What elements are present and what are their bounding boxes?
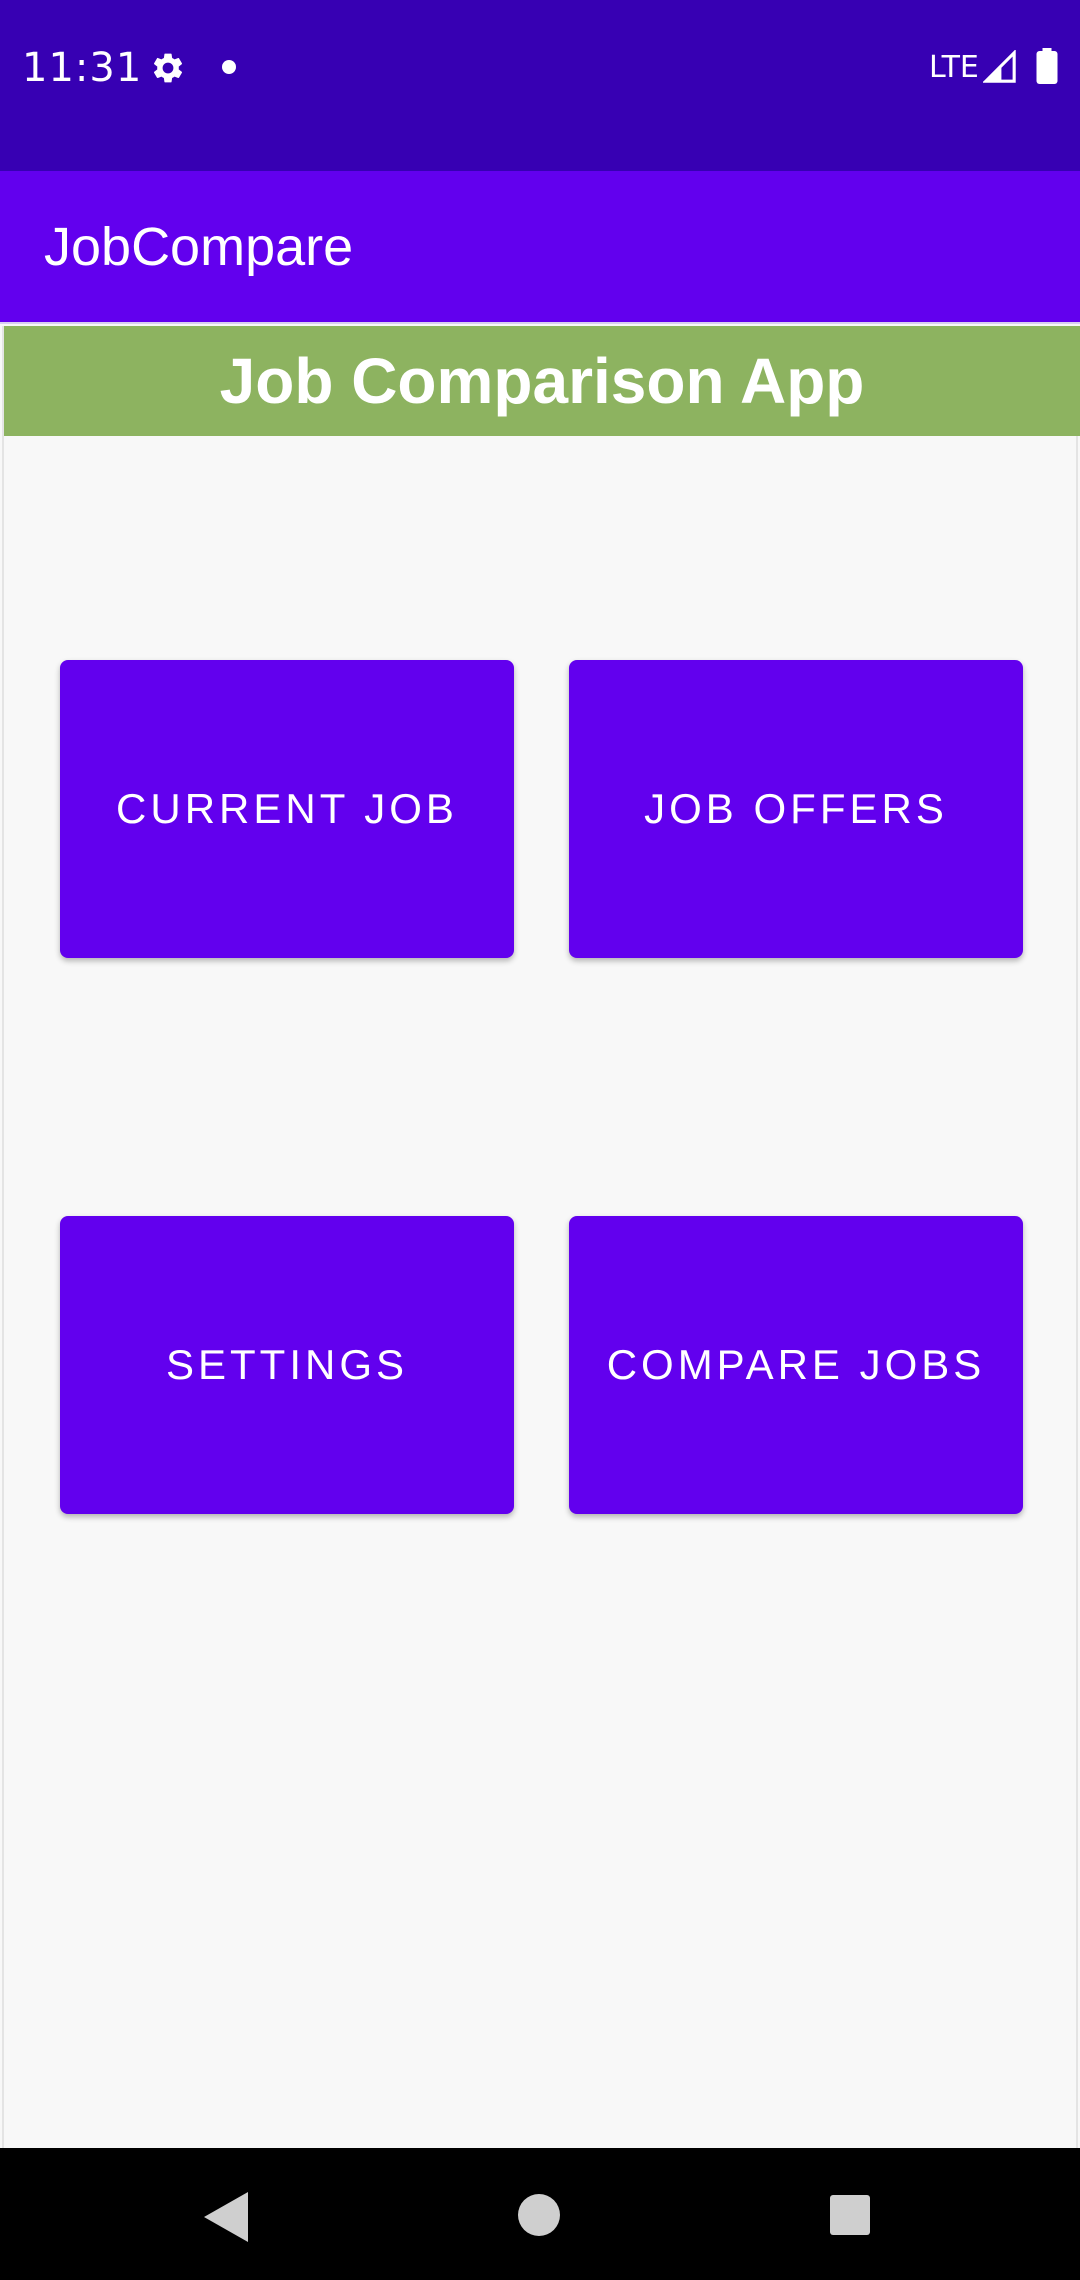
job-offers-button[interactable]: JOB OFFERS	[569, 660, 1023, 958]
home-icon[interactable]	[518, 2194, 560, 2236]
back-icon[interactable]	[204, 2192, 248, 2242]
status-bar: 11:31 LTE	[0, 0, 1080, 171]
compare-jobs-button[interactable]: COMPARE JOBS	[569, 1216, 1023, 1514]
app-title: JobCompare	[44, 217, 354, 277]
gear-icon	[153, 53, 183, 83]
notification-dot-icon	[222, 60, 236, 74]
signal-icon	[983, 50, 1016, 83]
battery-icon	[1036, 48, 1058, 84]
app-bar: JobCompare	[0, 171, 1080, 324]
status-time: 11:31	[22, 45, 143, 91]
main-content: Job Comparison App CURRENT JOB JOB OFFER…	[2, 326, 1080, 2148]
system-nav-bar	[0, 2148, 1080, 2280]
network-type-label: LTE	[929, 50, 979, 85]
settings-button[interactable]: SETTINGS	[60, 1216, 514, 1514]
page-title: Job Comparison App	[219, 345, 865, 417]
current-job-button[interactable]: CURRENT JOB	[60, 660, 514, 958]
header-banner: Job Comparison App	[4, 326, 1080, 436]
recents-icon[interactable]	[830, 2195, 870, 2235]
